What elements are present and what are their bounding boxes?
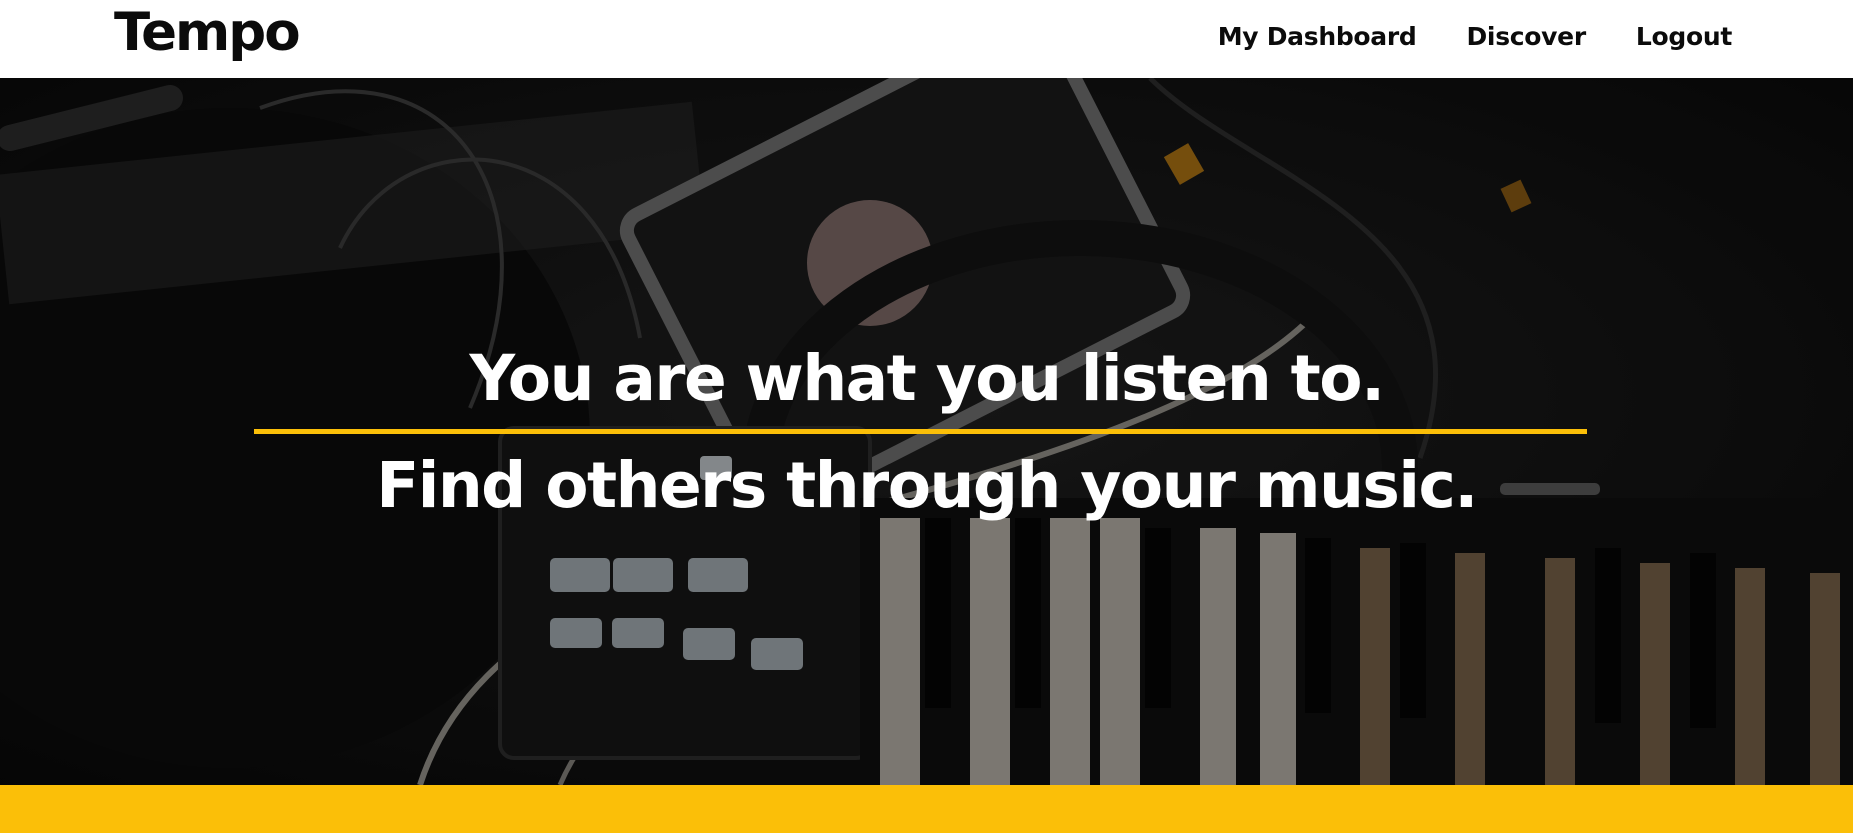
brand-logo[interactable]: Tempo (114, 2, 301, 63)
top-navbar: Tempo My Dashboard Discover Logout (0, 0, 1853, 78)
nav-link-my-dashboard[interactable]: My Dashboard (1218, 22, 1417, 51)
hero-section: You are what you listen to. Find others … (0, 78, 1853, 785)
headline-divider (254, 429, 1587, 434)
nav-links: My Dashboard Discover Logout (1218, 22, 1733, 51)
hero-headline: You are what you listen to. (469, 342, 1385, 415)
hero-subheadline: Find others through your music. (376, 449, 1478, 522)
nav-link-discover[interactable]: Discover (1466, 22, 1586, 51)
bottom-accent-band (0, 785, 1853, 833)
nav-link-logout[interactable]: Logout (1636, 22, 1732, 51)
